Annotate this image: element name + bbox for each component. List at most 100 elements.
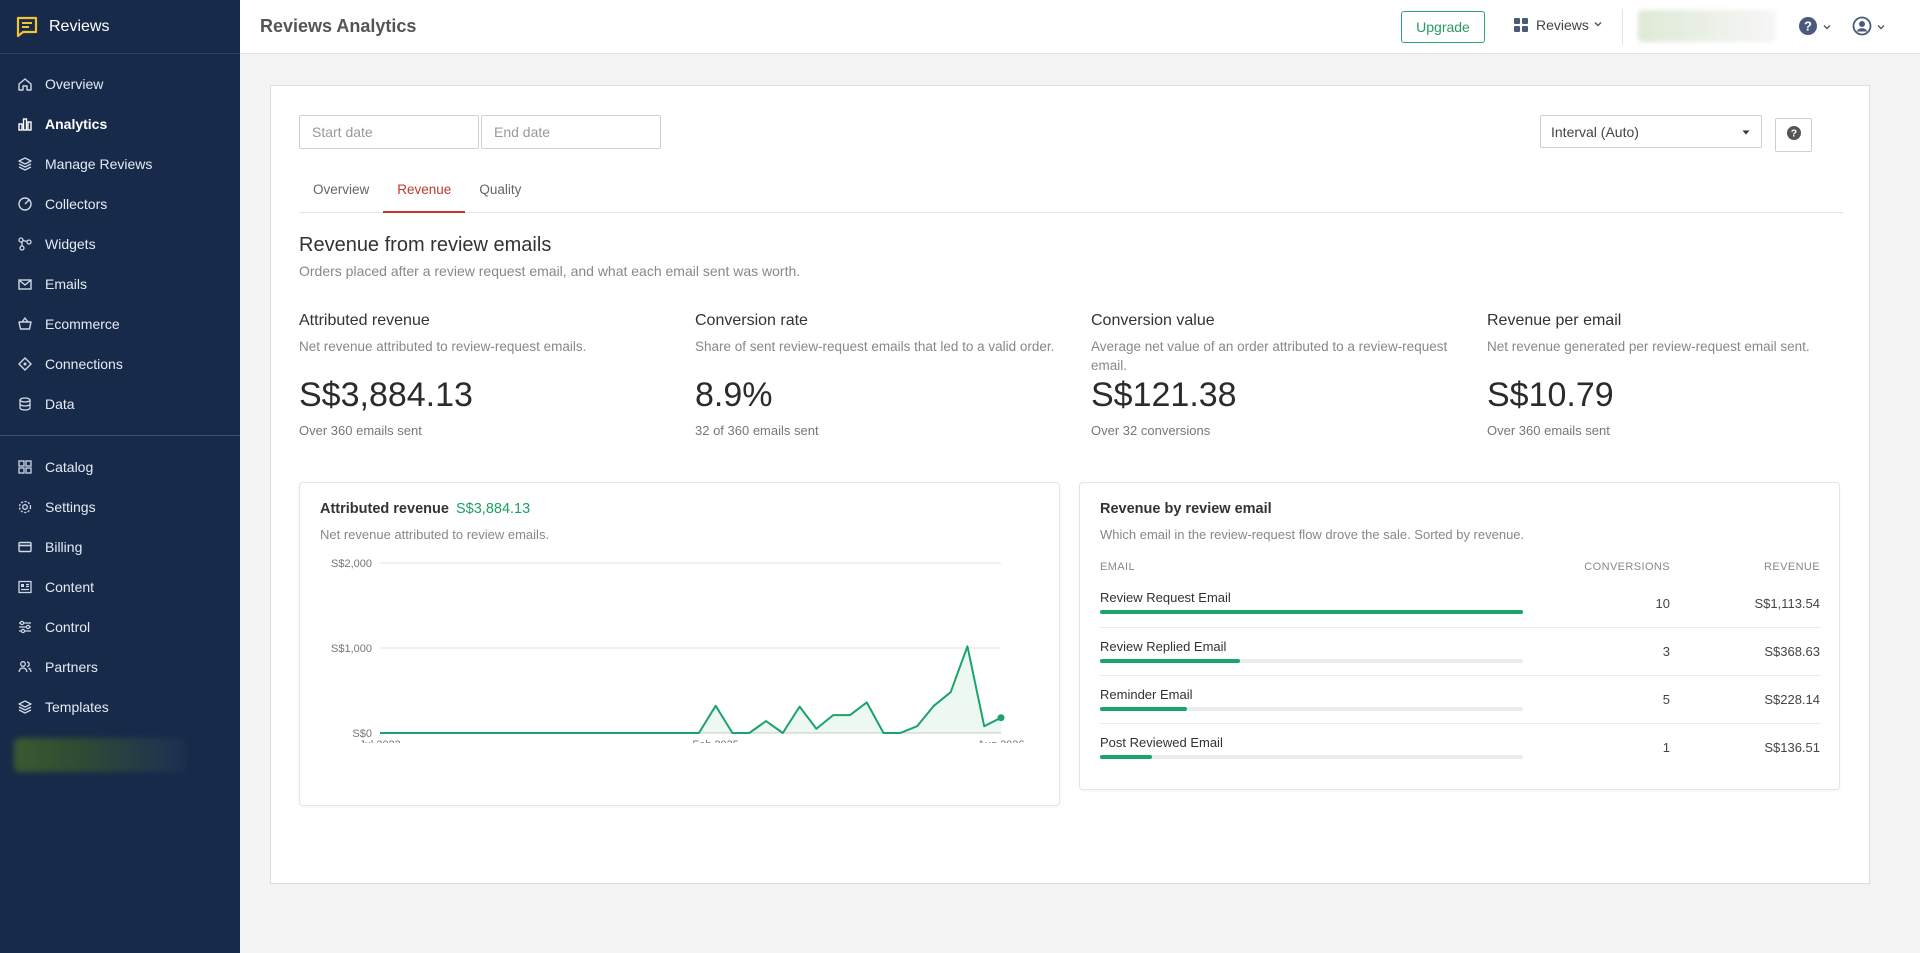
- sidebar-item-label: Manage Reviews: [45, 156, 153, 172]
- apps-grid-icon: [1514, 18, 1528, 32]
- data-point: [997, 714, 1005, 722]
- email-cell: Post Reviewed Email: [1100, 724, 1552, 771]
- kpi-title: Attributed revenue: [299, 312, 430, 329]
- revenue-area: [380, 646, 1001, 733]
- sidebar: Reviews Overview Analytics Manage Reviews C…: [0, 0, 240, 953]
- attributed-revenue-panel: Attributed revenue S$3,884.13 Net revenu…: [299, 482, 1060, 806]
- tab-revenue[interactable]: Revenue: [383, 180, 466, 213]
- sidebar-item-label: Overview: [45, 76, 104, 92]
- x-tick-label: Jul 2023: [359, 739, 401, 743]
- x-tick-label: Aug 2026: [977, 739, 1024, 743]
- caret-down-icon: [1741, 124, 1751, 140]
- column-header-conversions[interactable]: CONVERSIONS: [1552, 561, 1670, 573]
- upgrade-button[interactable]: Upgrade: [1401, 11, 1485, 43]
- sidebar-nav-primary: Overview Analytics Manage Reviews Collector…: [0, 54, 240, 424]
- revenue-share-bar: [1100, 659, 1523, 663]
- email-cell: Review Request Email: [1100, 579, 1552, 627]
- email-cell: Review Replied Email: [1100, 628, 1552, 675]
- revenue-share-bar-fill: [1100, 755, 1153, 759]
- email-revenue-table: EMAIL CONVERSIONS REVENUE Review Request…: [1100, 555, 1821, 771]
- sidebar-divider: [0, 435, 240, 436]
- y-tick-label: S$2,000: [331, 558, 372, 570]
- revenue-line: [380, 645, 1002, 734]
- kpi-value: S$10.79: [1487, 376, 1614, 414]
- user-menu[interactable]: [1852, 16, 1887, 41]
- brand[interactable]: Reviews: [0, 0, 240, 54]
- revenue-by-email-panel: Revenue by review email Which email in t…: [1079, 482, 1840, 790]
- revenue-share-bar-fill: [1100, 707, 1187, 711]
- sidebar-item-connections[interactable]: Connections: [0, 344, 240, 384]
- table-row[interactable]: Review Request Email 10 S$1,113.54: [1100, 579, 1821, 627]
- sidebar-item-settings[interactable]: Settings: [0, 487, 240, 527]
- revenue-share-bar-fill: [1100, 659, 1240, 663]
- column-header-revenue[interactable]: REVENUE: [1670, 561, 1820, 573]
- sidebar-item-label: Partners: [45, 659, 98, 675]
- database-icon: [16, 395, 34, 413]
- end-date-input[interactable]: [481, 115, 661, 149]
- sidebar-item-manage-reviews[interactable]: Manage Reviews: [0, 144, 240, 184]
- kpi-value: S$121.38: [1091, 376, 1237, 414]
- table-row[interactable]: Review Replied Email 3 S$368.63: [1100, 627, 1821, 675]
- help-menu[interactable]: ?: [1798, 16, 1833, 41]
- sidebar-item-analytics[interactable]: Analytics: [0, 104, 240, 144]
- analytics-tabs: Overview Revenue Quality: [299, 180, 1843, 213]
- panel-subtitle: Net revenue attributed to review emails.: [320, 527, 550, 542]
- credit-card-icon: [16, 538, 34, 556]
- table-body: Review Request Email 10 S$1,113.54 Review R…: [1100, 579, 1821, 771]
- panel-subtitle: Which email in the review-request flow d…: [1100, 527, 1525, 542]
- panel-total-value: S$3,884.13: [456, 501, 531, 517]
- sidebar-item-control[interactable]: Control: [0, 607, 240, 647]
- revenue-share-bar: [1100, 707, 1523, 711]
- layers-icon: [16, 155, 34, 173]
- table-row[interactable]: Post Reviewed Email 1 S$136.51: [1100, 723, 1821, 771]
- revenue-chart[interactable]: S$0S$1,000S$2,000Jul 2023Feb 2025Aug 202…: [300, 553, 1059, 743]
- table-row[interactable]: Reminder Email 5 S$228.14: [1100, 675, 1821, 723]
- kpi-title: Conversion rate: [695, 312, 808, 329]
- tab-overview[interactable]: Overview: [299, 180, 383, 213]
- sidebar-item-catalog[interactable]: Catalog: [0, 447, 240, 487]
- bar-chart-icon: [16, 115, 34, 133]
- section-title: Revenue from review emails: [299, 234, 552, 256]
- sidebar-item-content[interactable]: Content: [0, 567, 240, 607]
- catalog-icon: [16, 458, 34, 476]
- revenue-cell: S$136.51: [1764, 740, 1820, 755]
- sidebar-item-partners[interactable]: Partners: [0, 647, 240, 687]
- content-icon: [16, 578, 34, 596]
- account-redacted[interactable]: [1638, 10, 1776, 42]
- column-header-email[interactable]: EMAIL: [1100, 561, 1552, 573]
- mail-icon: [16, 275, 34, 293]
- start-date-input[interactable]: [299, 115, 479, 149]
- kpi-description: Net revenue attributed to review-request…: [299, 339, 587, 354]
- sidebar-item-label: Content: [45, 579, 95, 595]
- sidebar-account-redacted[interactable]: [14, 738, 186, 772]
- tab-quality[interactable]: Quality: [465, 180, 535, 213]
- kpi-description: Average net value of an order attributed…: [1091, 339, 1448, 373]
- sidebar-item-label: Data: [45, 396, 75, 412]
- sidebar-item-ecommerce[interactable]: Ecommerce: [0, 304, 240, 344]
- help-button[interactable]: ?: [1775, 118, 1812, 152]
- sidebar-item-label: Widgets: [45, 236, 96, 252]
- x-tick-label: Feb 2025: [692, 739, 738, 743]
- help-circle-icon: ?: [1798, 16, 1818, 41]
- revenue-cell: S$368.63: [1764, 644, 1820, 659]
- interval-select[interactable]: Interval (Auto): [1540, 115, 1762, 148]
- sidebar-item-label: Collectors: [45, 196, 108, 212]
- sidebar-item-templates[interactable]: Templates: [0, 687, 240, 727]
- sidebar-item-label: Emails: [45, 276, 88, 292]
- revenue-share-bar-fill: [1100, 610, 1523, 614]
- email-name: Review Replied Email: [1100, 639, 1227, 654]
- conversions-cell: 3: [1662, 644, 1670, 659]
- kpi-conversion-rate: Conversion rate Share of sent review-req…: [695, 312, 1065, 438]
- sidebar-item-billing[interactable]: Billing: [0, 527, 240, 567]
- sidebar-item-emails[interactable]: Emails: [0, 264, 240, 304]
- sidebar-item-data[interactable]: Data: [0, 384, 240, 424]
- panel-title: Attributed revenue: [320, 501, 449, 517]
- sidebar-item-widgets[interactable]: Widgets: [0, 224, 240, 264]
- sidebar-item-collectors[interactable]: Collectors: [0, 184, 240, 224]
- sidebar-item-overview[interactable]: Overview: [0, 64, 240, 104]
- sidebar-item-label: Catalog: [45, 459, 94, 475]
- apps-menu[interactable]: Reviews: [1514, 17, 1604, 33]
- sidebar-item-label: Analytics: [45, 116, 108, 132]
- revenue-cell: S$228.14: [1764, 692, 1820, 707]
- sidebar-item-label: Control: [45, 619, 91, 635]
